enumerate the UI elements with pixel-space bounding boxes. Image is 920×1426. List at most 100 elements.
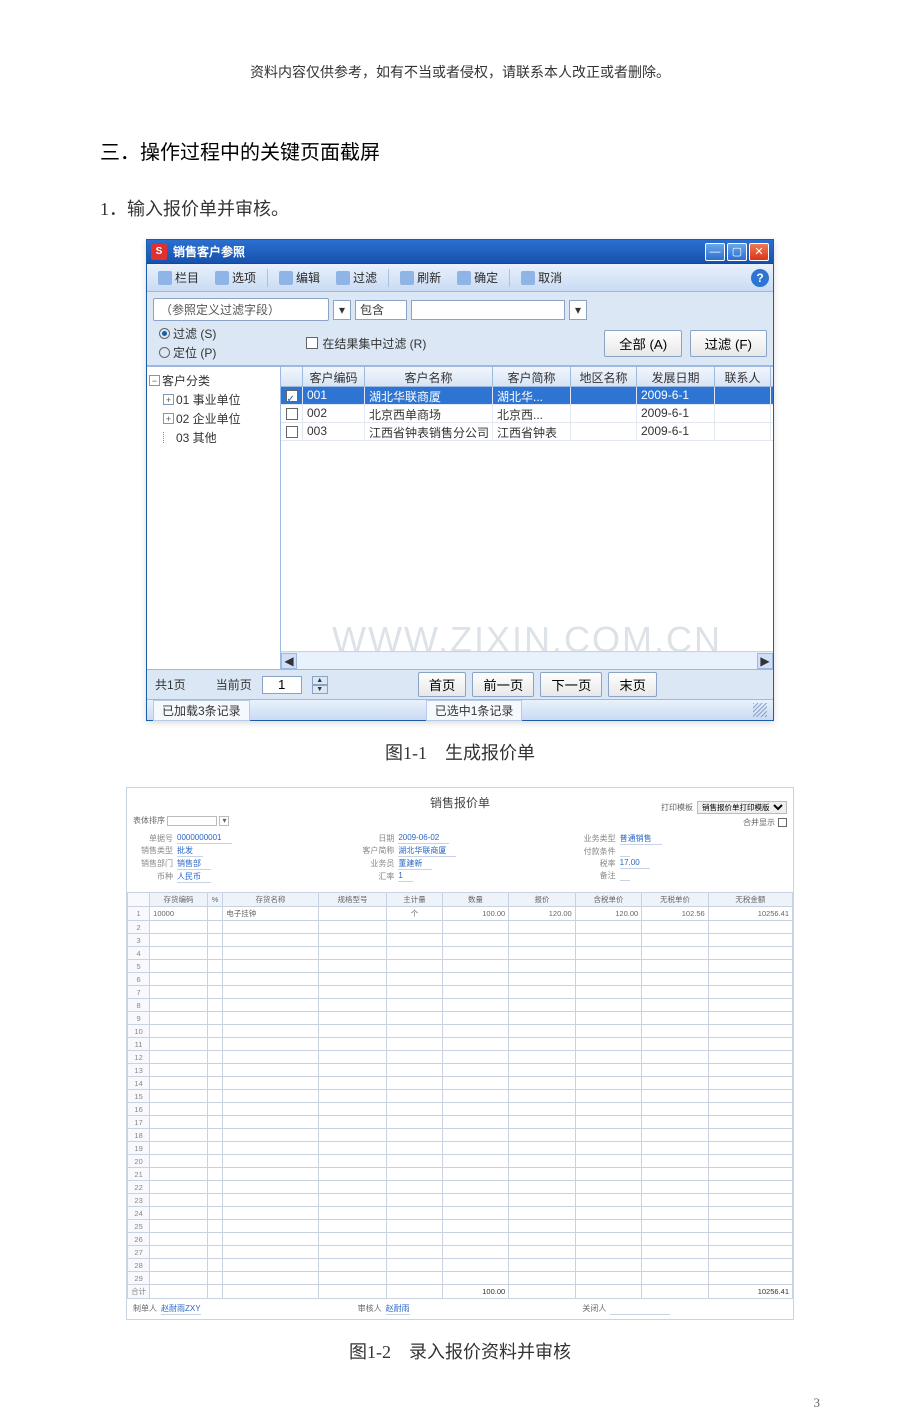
row-checkbox[interactable] — [286, 408, 298, 420]
sort-select[interactable] — [167, 816, 217, 826]
table-row[interactable]: 28 — [128, 1259, 793, 1272]
pager-next-button[interactable]: 下一页 — [540, 672, 602, 697]
all-button[interactable]: 全部 (A) — [604, 330, 682, 357]
grid-header-taxedprice[interactable]: 含税单价 — [575, 893, 642, 907]
table-row[interactable]: 14 — [128, 1077, 793, 1090]
match-mode-select[interactable]: 包含 — [355, 300, 407, 320]
grid-header-contact[interactable]: 联系人 — [715, 367, 771, 386]
tree-node[interactable]: 03 其他 — [176, 429, 217, 446]
tax-rate-value[interactable]: 17.00 — [620, 858, 650, 869]
table-row[interactable]: 24 — [128, 1207, 793, 1220]
maximize-button[interactable]: ▢ — [727, 243, 747, 261]
resize-grip-icon[interactable] — [753, 703, 767, 717]
titlebar[interactable]: S 销售客户参照 — ▢ ✕ — [147, 240, 773, 264]
table-row[interactable]: 3 — [128, 934, 793, 947]
filter-radio[interactable]: 过滤 (S) — [159, 325, 216, 342]
table-row[interactable]: 003江西省钟表销售分公司江西省钟表2009-6-1 — [281, 423, 773, 441]
filter-value-dropdown-icon[interactable]: ▾ — [569, 300, 587, 320]
grid-header-untaxedamt[interactable]: 无税金额 — [708, 893, 792, 907]
tree-collapse-icon[interactable]: − — [149, 375, 160, 386]
table-row[interactable]: 21 — [128, 1168, 793, 1181]
table-row[interactable]: 4 — [128, 947, 793, 960]
table-row[interactable]: 20 — [128, 1155, 793, 1168]
table-row[interactable]: 6 — [128, 973, 793, 986]
table-row[interactable]: 16 — [128, 1103, 793, 1116]
pager-spin-up[interactable]: ▲ — [312, 676, 328, 685]
horizontal-scrollbar[interactable]: ◀ ▶ — [281, 651, 773, 669]
grid-header-short[interactable]: 客户简称 — [493, 367, 571, 386]
table-row[interactable]: 19 — [128, 1142, 793, 1155]
table-row[interactable]: 26 — [128, 1233, 793, 1246]
table-row[interactable]: 17 — [128, 1116, 793, 1129]
sort-dropdown-icon[interactable]: ▾ — [219, 816, 229, 826]
grid-header-scale[interactable]: % — [207, 893, 223, 907]
grid-header-qty[interactable]: 数量 — [442, 893, 509, 907]
columns-button[interactable]: 栏目 — [151, 266, 206, 289]
filter-button[interactable]: 过滤 — [329, 266, 384, 289]
merge-display-checkbox[interactable] — [778, 818, 787, 827]
row-checkbox[interactable] — [286, 390, 298, 402]
grid-header-check[interactable] — [281, 367, 303, 386]
table-row[interactable]: 001湖北华联商厦湖北华...2009-6-1 — [281, 387, 773, 405]
table-row[interactable]: 2 — [128, 921, 793, 934]
table-row[interactable]: 18 — [128, 1129, 793, 1142]
filter-value-input[interactable] — [411, 300, 565, 320]
table-row[interactable]: 15 — [128, 1090, 793, 1103]
table-row[interactable]: 11 — [128, 1038, 793, 1051]
rep-value[interactable]: 董建新 — [398, 858, 432, 870]
table-row[interactable]: 002北京西单商场北京西...2009-6-1 — [281, 405, 773, 423]
table-row[interactable]: 27 — [128, 1246, 793, 1259]
grid-header-date[interactable]: 发展日期 — [637, 367, 715, 386]
category-tree[interactable]: −客户分类 +01 事业单位 +02 企业单位 03 其他 — [147, 367, 281, 669]
grid-header-unit[interactable]: 主计量 — [387, 893, 442, 907]
print-template-select[interactable]: 销售报价单打印模版 — [697, 801, 787, 814]
table-row[interactable]: 13 — [128, 1064, 793, 1077]
help-button[interactable]: ? — [751, 269, 769, 287]
pager-current-input[interactable] — [262, 676, 302, 694]
table-row[interactable]: 29 — [128, 1272, 793, 1285]
pager-spin-down[interactable]: ▼ — [312, 685, 328, 694]
row-checkbox[interactable] — [286, 426, 298, 438]
grid-header-code[interactable]: 客户编码 — [303, 367, 365, 386]
close-button[interactable]: ✕ — [749, 243, 769, 261]
remark-value[interactable] — [620, 870, 630, 881]
sale-type-value[interactable]: 批发 — [177, 845, 203, 857]
grid-header-invcode[interactable]: 存货编码 — [150, 893, 208, 907]
tree-expand-icon[interactable]: + — [163, 394, 174, 405]
date-value[interactable]: 2009-06-02 — [398, 833, 449, 844]
pager-first-button[interactable]: 首页 — [418, 672, 467, 697]
options-button[interactable]: 选项 — [208, 266, 263, 289]
scroll-right-icon[interactable]: ▶ — [757, 653, 773, 669]
confirm-button[interactable]: 确定 — [450, 266, 505, 289]
rate-value[interactable]: 1 — [398, 871, 412, 882]
scroll-left-icon[interactable]: ◀ — [281, 653, 297, 669]
table-row[interactable]: 110000电子挂钟个100.00120.00120.00102.5610256… — [128, 907, 793, 921]
table-row[interactable]: 25 — [128, 1220, 793, 1233]
currency-value[interactable]: 人民币 — [177, 871, 211, 883]
scroll-track[interactable] — [297, 653, 757, 669]
table-row[interactable]: 10 — [128, 1025, 793, 1038]
edit-button[interactable]: 编辑 — [272, 266, 327, 289]
table-row[interactable]: 5 — [128, 960, 793, 973]
table-row[interactable]: 7 — [128, 986, 793, 999]
table-row[interactable]: 9 — [128, 1012, 793, 1025]
tree-root[interactable]: 客户分类 — [162, 372, 210, 389]
cancel-button[interactable]: 取消 — [514, 266, 569, 289]
refresh-button[interactable]: 刷新 — [393, 266, 448, 289]
do-filter-button[interactable]: 过滤 (F) — [690, 330, 767, 357]
pay-term-value[interactable] — [620, 846, 630, 857]
locate-radio[interactable]: 定位 (P) — [159, 344, 216, 361]
table-row[interactable]: 23 — [128, 1194, 793, 1207]
pager-prev-button[interactable]: 前一页 — [472, 672, 534, 697]
filter-field-dropdown-icon[interactable]: ▾ — [333, 300, 351, 320]
table-row[interactable]: 22 — [128, 1181, 793, 1194]
bill-no-value[interactable]: 0000000001 — [177, 833, 232, 844]
closer-value[interactable] — [610, 1303, 670, 1315]
table-row[interactable]: 8 — [128, 999, 793, 1012]
grid-header-spec[interactable]: 规格型号 — [318, 893, 387, 907]
table-row[interactable]: 12 — [128, 1051, 793, 1064]
customer-value[interactable]: 湖北华联商厦 — [398, 845, 456, 857]
filter-field-select[interactable]: （参照定义过滤字段） — [153, 298, 329, 321]
grid-header-name[interactable]: 客户名称 — [365, 367, 493, 386]
dept-value[interactable]: 销售部 — [177, 858, 211, 870]
